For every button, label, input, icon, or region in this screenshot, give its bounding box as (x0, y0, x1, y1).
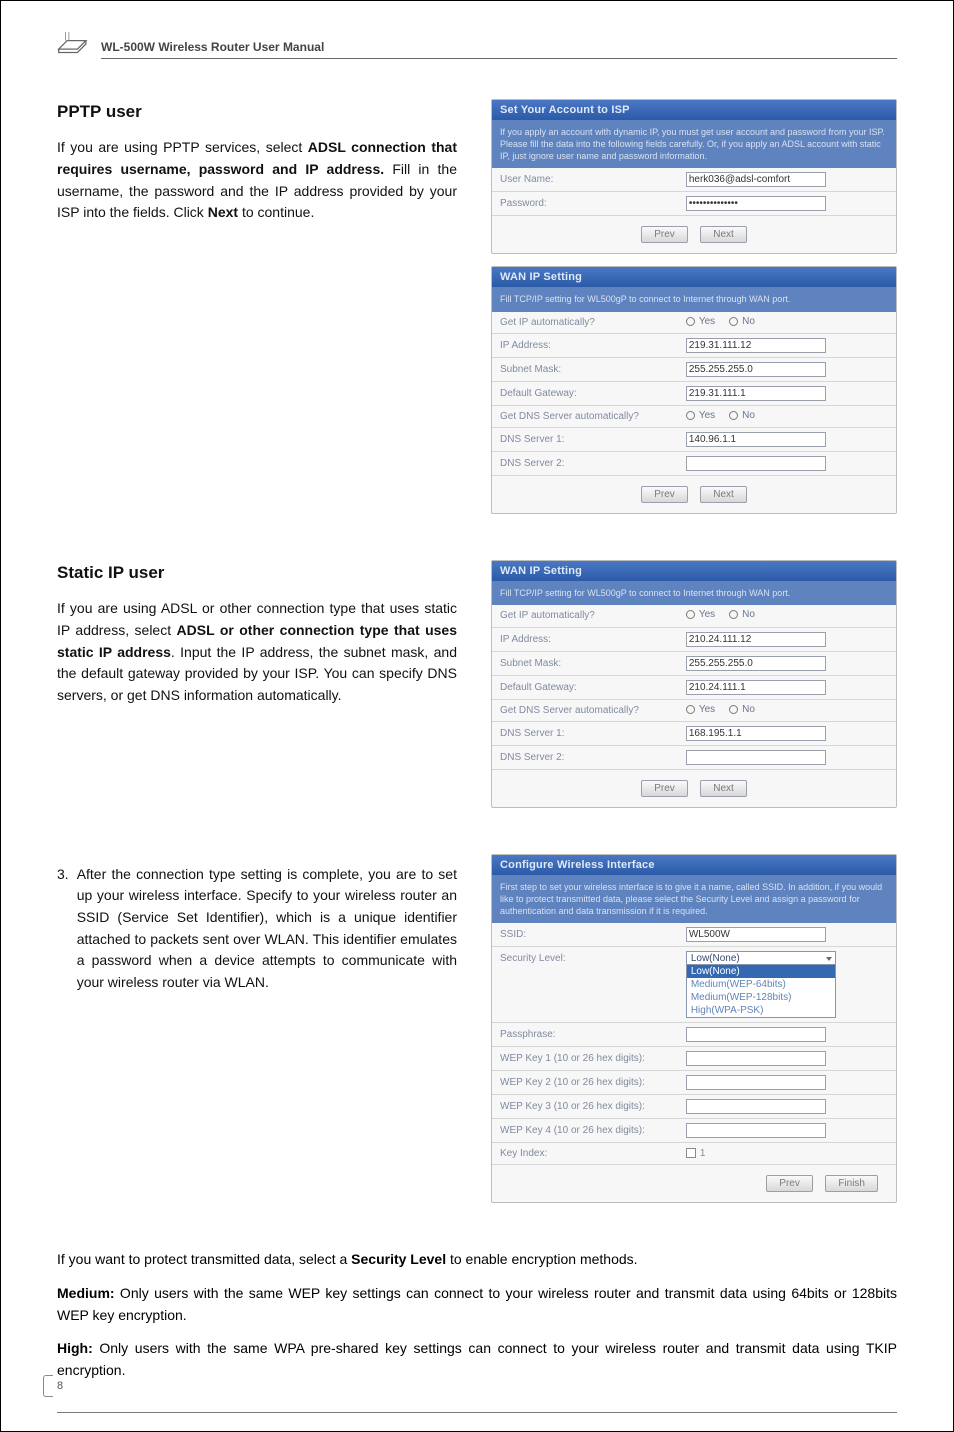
wan1-dnsauto-no-radio[interactable]: No (729, 410, 755, 421)
wan1-auto-no-radio[interactable]: No (729, 316, 755, 327)
pptp-body: If you are using PPTP services, select A… (57, 137, 457, 224)
wan1-title: WAN IP Setting (492, 267, 896, 287)
wan2-dns1-input[interactable] (686, 726, 826, 741)
wifi-desc: First step to set your wireless interfac… (492, 875, 896, 923)
password-input[interactable] (686, 196, 826, 211)
security-level-label: Security Level: (492, 947, 678, 1023)
wan2-gw-input[interactable] (686, 680, 826, 695)
wan2-prev-button[interactable]: Prev (641, 780, 688, 797)
security-option-wpapsk[interactable]: High(WPA-PSK) (687, 1004, 835, 1017)
step3-number: 3. (57, 864, 69, 994)
account-card-title: Set Your Account to ISP (492, 100, 896, 120)
wan1-next-button[interactable]: Next (700, 486, 747, 503)
wan2-dns1-label: DNS Server 1: (492, 721, 678, 745)
wepkey4-input[interactable] (686, 1123, 826, 1138)
username-label: User Name: (492, 168, 678, 192)
keyindex-checkbox[interactable] (686, 1148, 696, 1158)
wan2-dns2-label: DNS Server 2: (492, 745, 678, 769)
wan2-ip-label: IP Address: (492, 627, 678, 651)
page-header: WL-500W Wireless Router User Manual (57, 31, 897, 59)
static-body: If you are using ADSL or other connectio… (57, 598, 457, 706)
footer-divider (57, 1412, 897, 1413)
wan2-next-button[interactable]: Next (700, 780, 747, 797)
wan2-dnsauto-label: Get DNS Server automatically? (492, 699, 678, 721)
wepkey1-label: WEP Key 1 (10 or 26 hex digits): (492, 1047, 678, 1071)
wan2-mask-input[interactable] (686, 656, 826, 671)
wifi-title: Configure Wireless Interface (492, 855, 896, 875)
security-option-wep64[interactable]: Medium(WEP-64bits) (687, 978, 835, 991)
wan1-desc: Fill TCP/IP setting for WL500gP to conne… (492, 287, 896, 311)
wan-ip-card-1: WAN IP Setting Fill TCP/IP setting for W… (491, 266, 897, 514)
security-level-options[interactable]: Low(None) Medium(WEP-64bits) Medium(WEP-… (686, 965, 836, 1018)
wepkey2-input[interactable] (686, 1075, 826, 1090)
wan1-ip-input[interactable] (686, 338, 826, 353)
wan1-mask-input[interactable] (686, 362, 826, 377)
wifi-finish-button[interactable]: Finish (825, 1175, 878, 1192)
product-title: WL-500W Wireless Router User Manual (101, 40, 324, 54)
wan2-auto-label: Get IP automatically? (492, 605, 678, 627)
wireless-config-card: Configure Wireless Interface First step … (491, 854, 897, 1203)
security-level-select[interactable]: Low(None) (686, 951, 836, 965)
keyindex-value: 1 (700, 1148, 706, 1159)
passphrase-input[interactable] (686, 1027, 826, 1042)
page-number: 8 (43, 1375, 77, 1399)
wan1-dns1-label: DNS Server 1: (492, 428, 678, 452)
wan1-gw-label: Default Gateway: (492, 382, 678, 406)
keyindex-label: Key Index: (492, 1143, 678, 1165)
passphrase-label: Passphrase: (492, 1023, 678, 1047)
wepkey1-input[interactable] (686, 1051, 826, 1066)
wepkey3-input[interactable] (686, 1099, 826, 1114)
account-card: Set Your Account to ISP If you apply an … (491, 99, 897, 254)
step3-body: After the connection type setting is com… (77, 864, 457, 994)
ssid-label: SSID: (492, 923, 678, 947)
wan1-dns1-input[interactable] (686, 432, 826, 447)
wan1-gw-input[interactable] (686, 386, 826, 401)
wan1-auto-yes-radio[interactable]: Yes (686, 316, 715, 327)
wifi-prev-button[interactable]: Prev (766, 1175, 813, 1192)
wan1-dns2-label: DNS Server 2: (492, 452, 678, 476)
wan2-auto-no-radio[interactable]: No (729, 609, 755, 620)
wan2-desc: Fill TCP/IP setting for WL500gP to conne… (492, 581, 896, 605)
wan1-dns2-input[interactable] (686, 456, 826, 471)
router-logo-icon (57, 31, 91, 57)
wan2-auto-yes-radio[interactable]: Yes (686, 609, 715, 620)
wan2-ip-input[interactable] (686, 632, 826, 647)
wan2-dnsauto-no-radio[interactable]: No (729, 704, 755, 715)
bottom-p1: If you want to protect transmitted data,… (57, 1249, 897, 1271)
wan1-dnsauto-yes-radio[interactable]: Yes (686, 410, 715, 421)
password-label: Password: (492, 192, 678, 216)
wan2-dns2-input[interactable] (686, 750, 826, 765)
wan1-ip-label: IP Address: (492, 334, 678, 358)
wepkey4-label: WEP Key 4 (10 or 26 hex digits): (492, 1119, 678, 1143)
wan1-prev-button[interactable]: Prev (641, 486, 688, 503)
bottom-p2: Medium: Only users with the same WEP key… (57, 1283, 897, 1326)
wan-ip-card-2: WAN IP Setting Fill TCP/IP setting for W… (491, 560, 897, 808)
ssid-input[interactable] (686, 927, 826, 942)
wan2-title: WAN IP Setting (492, 561, 896, 581)
wepkey2-label: WEP Key 2 (10 or 26 hex digits): (492, 1071, 678, 1095)
wan2-dnsauto-yes-radio[interactable]: Yes (686, 704, 715, 715)
header-divider: WL-500W Wireless Router User Manual (101, 38, 897, 59)
pptp-heading: PPTP user (57, 99, 457, 125)
security-option-wep128[interactable]: Medium(WEP-128bits) (687, 991, 835, 1004)
wan2-gw-label: Default Gateway: (492, 675, 678, 699)
wepkey3-label: WEP Key 3 (10 or 26 hex digits): (492, 1095, 678, 1119)
wan1-dnsauto-label: Get DNS Server automatically? (492, 406, 678, 428)
account-card-desc: If you apply an account with dynamic IP,… (492, 120, 896, 168)
bottom-p3: High: Only users with the same WPA pre-s… (57, 1338, 897, 1381)
page-container: WL-500W Wireless Router User Manual PPTP… (0, 0, 954, 1432)
username-input[interactable] (686, 172, 826, 187)
prev-button[interactable]: Prev (641, 226, 688, 243)
wan1-mask-label: Subnet Mask: (492, 358, 678, 382)
static-heading: Static IP user (57, 560, 457, 586)
security-option-low[interactable]: Low(None) (687, 965, 835, 978)
next-button[interactable]: Next (700, 226, 747, 243)
wan1-auto-label: Get IP automatically? (492, 312, 678, 334)
wan2-mask-label: Subnet Mask: (492, 651, 678, 675)
